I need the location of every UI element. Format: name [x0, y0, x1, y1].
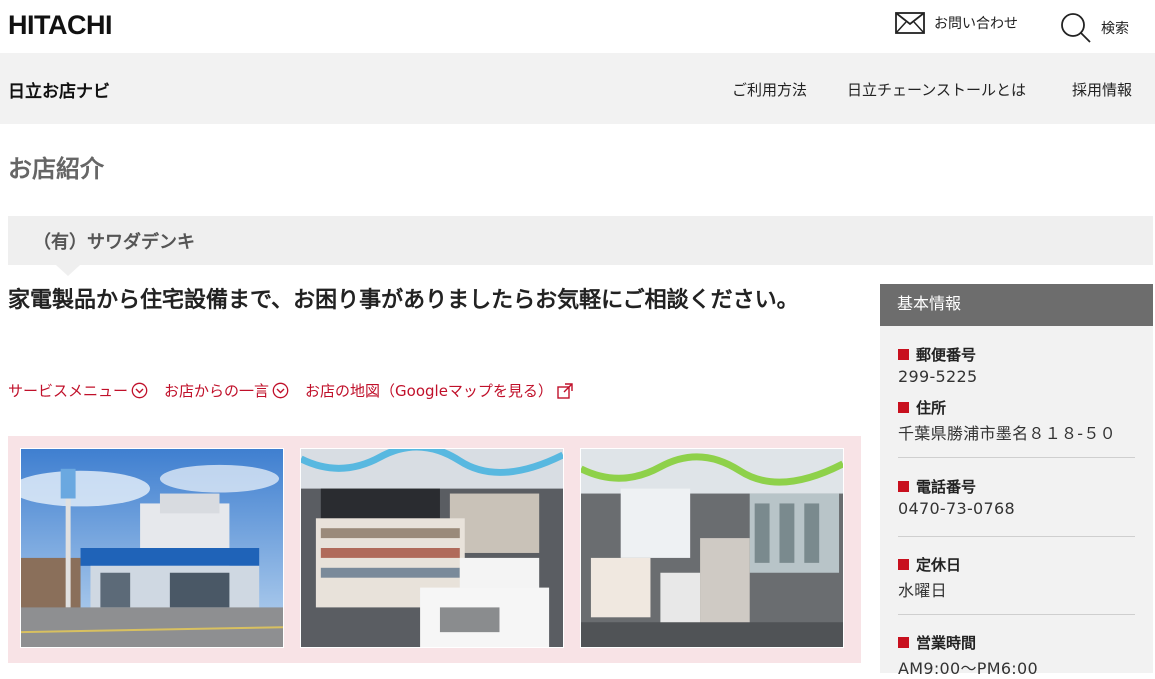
search-label: 検索	[1101, 21, 1129, 37]
red-square-icon	[898, 402, 909, 413]
shop-bar-notch	[56, 265, 80, 276]
basic-info-title: 基本情報	[880, 284, 1153, 326]
divider	[898, 614, 1135, 615]
shop-message-label: お店からの一言	[164, 382, 270, 400]
photo-gallery	[8, 436, 861, 663]
service-menu-link[interactable]: サービスメニュー	[8, 380, 148, 401]
contact-link[interactable]: お問い合わせ	[895, 12, 1018, 34]
info-value: 水曜日	[898, 581, 947, 600]
red-square-icon	[898, 559, 909, 570]
shop-interior-photo-2[interactable]	[580, 448, 844, 648]
shop-name-bar: （有）サワダデンキ	[8, 216, 1153, 276]
hitachi-logo[interactable]: HITACHI	[8, 10, 113, 41]
site-title[interactable]: 日立お店ナビ	[8, 77, 110, 102]
info-value: 0470-73-0768	[898, 499, 1015, 518]
external-link-icon	[557, 382, 573, 399]
contact-label: お問い合わせ	[934, 16, 1018, 32]
search-icon	[1061, 13, 1091, 43]
info-value: 299-5225	[898, 367, 978, 386]
circle-chevron-down-icon	[272, 382, 289, 399]
search-link[interactable]: 検索	[1060, 12, 1129, 44]
shop-interior-photo-1[interactable]	[300, 448, 564, 648]
red-square-icon	[898, 349, 909, 360]
nav-item-about-chain[interactable]: 日立チェーンストールとは	[847, 79, 1026, 100]
divider	[898, 536, 1135, 537]
red-square-icon	[898, 481, 909, 492]
info-label: 郵便番号	[898, 344, 1135, 365]
nav-item-usage[interactable]: ご利用方法	[732, 79, 807, 100]
shop-map-label: お店の地図（Googleマップを見る）	[305, 382, 553, 400]
shop-catchphrase: 家電製品から住宅設備まで、お困り事がありましたらお気軽にご相談ください。	[8, 288, 799, 313]
anchor-links: サービスメニュー お店からの一言 お店の地図（Googleマップを見る）	[8, 380, 590, 401]
info-label: 電話番号	[898, 476, 1135, 497]
page-title: お店紹介	[8, 155, 104, 183]
basic-info-panel: 基本情報 郵便番号 299-5225 住所 千葉県勝浦市墨名８１８-５０ 電話番…	[880, 284, 1153, 678]
info-label: 定休日	[898, 554, 1135, 575]
mail-icon	[895, 12, 925, 34]
info-phone: 電話番号 0470-73-0768	[898, 476, 1135, 518]
storefront-photo[interactable]	[20, 448, 284, 648]
info-postal-code: 郵便番号 299-5225	[898, 344, 1135, 386]
info-closed-day: 定休日 水曜日	[898, 554, 1135, 601]
info-label: 営業時間	[898, 632, 1135, 653]
nav-item-recruit[interactable]: 採用情報	[1072, 79, 1132, 100]
red-square-icon	[898, 637, 909, 648]
info-label: 住所	[898, 397, 1135, 418]
shop-name: （有）サワダデンキ	[33, 232, 195, 253]
circle-chevron-down-icon	[131, 382, 148, 399]
global-nav: 日立お店ナビ ご利用方法 日立チェーンストールとは 採用情報	[0, 53, 1155, 124]
service-menu-label: サービスメニュー	[8, 382, 129, 400]
info-address: 住所 千葉県勝浦市墨名８１８-５０	[898, 397, 1135, 444]
top-header: HITACHI お問い合わせ 検索	[0, 0, 1155, 53]
info-value: AM9:00～PM6:00	[898, 659, 1038, 678]
divider	[898, 457, 1135, 458]
shop-map-link[interactable]: お店の地図（Googleマップを見る）	[305, 380, 574, 401]
shop-message-link[interactable]: お店からの一言	[164, 380, 289, 401]
info-business-hours: 営業時間 AM9:00～PM6:00	[898, 632, 1135, 679]
info-value: 千葉県勝浦市墨名８１８-５０	[898, 424, 1116, 443]
